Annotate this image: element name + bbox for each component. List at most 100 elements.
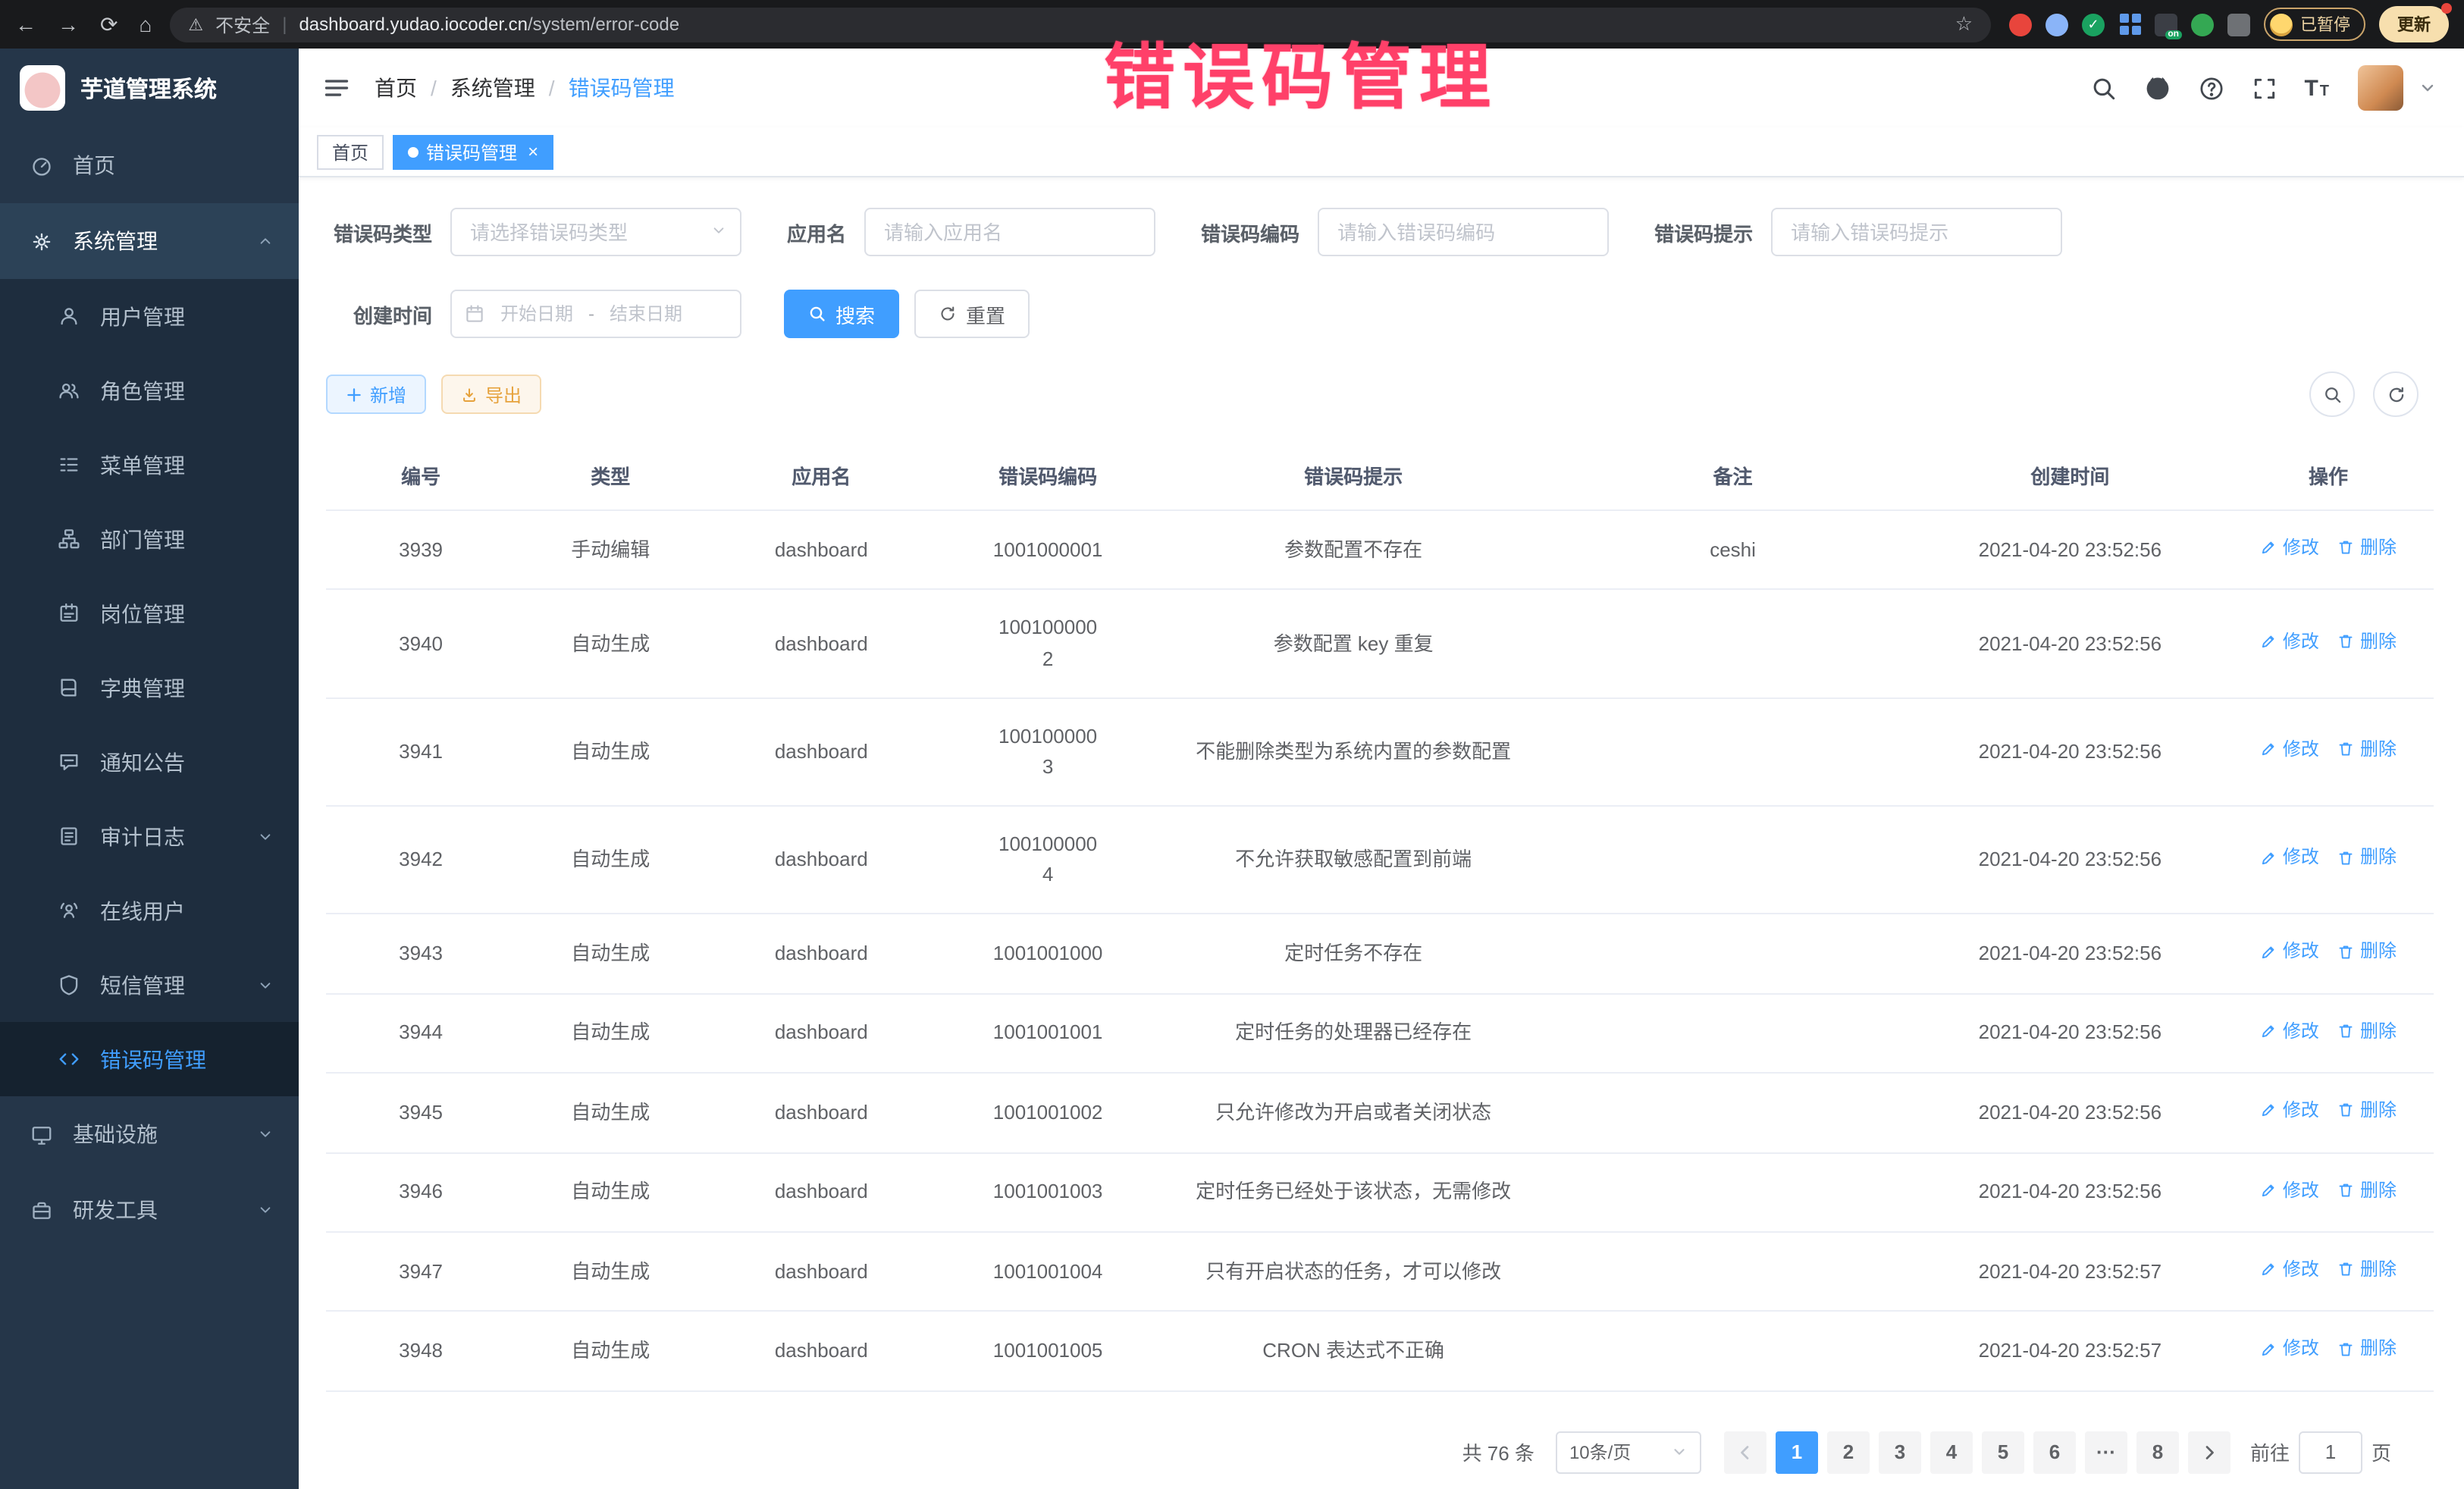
delete-link[interactable]: 删除 (2337, 534, 2397, 562)
next-page-button[interactable] (2188, 1431, 2230, 1474)
page-button-8[interactable]: 8 (2136, 1431, 2179, 1474)
sidebar-item-dept-mgmt[interactable]: 部门管理 (0, 502, 299, 576)
app-name-field[interactable] (864, 208, 1155, 256)
date-end-input[interactable] (600, 303, 691, 324)
delete-link[interactable]: 删除 (2337, 1176, 2397, 1204)
tag-close-icon[interactable]: × (528, 143, 538, 161)
browser-back-button[interactable]: ← (15, 14, 36, 35)
user-avatar[interactable] (2358, 65, 2403, 111)
sidebar-item-menu-mgmt[interactable]: 菜单管理 (0, 428, 299, 502)
toggle-search-button[interactable] (2309, 371, 2355, 417)
date-start-input[interactable] (491, 303, 582, 324)
bookmark-star-icon[interactable]: ☆ (1955, 12, 1973, 36)
font-size-icon[interactable]: TT (2304, 75, 2331, 101)
page-button-2[interactable]: 2 (1827, 1431, 1870, 1474)
goto-page-input[interactable] (2299, 1431, 2362, 1474)
hamburger-menu-icon[interactable] (323, 74, 350, 102)
sidebar-item-role-mgmt[interactable]: 角色管理 (0, 353, 299, 428)
id-cell: 3942 (326, 806, 516, 914)
edit-link[interactable]: 修改 (2260, 1176, 2319, 1204)
edit-link[interactable]: 修改 (2260, 938, 2319, 966)
navbar-actions: TT (2090, 65, 2437, 111)
delete-link[interactable]: 删除 (2337, 1096, 2397, 1124)
memo-cell (1548, 1073, 1917, 1152)
error-code-label: 错误码编码 (1201, 218, 1299, 246)
edit-link[interactable]: 修改 (2260, 844, 2319, 872)
edit-link[interactable]: 修改 (2260, 735, 2319, 763)
page-button-4[interactable]: 4 (1930, 1431, 1973, 1474)
delete-link[interactable]: 删除 (2337, 628, 2397, 656)
tag-0[interactable]: 首页 (317, 134, 384, 169)
refresh-table-button[interactable] (2373, 371, 2419, 417)
sidebar-item-dev-tools[interactable]: 研发工具 (0, 1172, 299, 1248)
sidebar-item-sms-mgmt[interactable]: 短信管理 (0, 948, 299, 1022)
browser-home-button[interactable]: ⌂ (139, 14, 152, 35)
paused-label: 已暂停 (2300, 12, 2350, 36)
sidebar-item-online-users[interactable]: 在线用户 (0, 873, 299, 948)
extension-icon-proxy-on[interactable]: on (2155, 13, 2177, 36)
delete-link[interactable]: 删除 (2337, 1255, 2397, 1284)
breadcrumb-item-1[interactable]: 系统管理 (450, 73, 535, 103)
sidebar-item-post-mgmt[interactable]: 岗位管理 (0, 576, 299, 650)
search-icon[interactable] (2090, 75, 2116, 101)
sidebar-item-dict-mgmt[interactable]: 字典管理 (0, 650, 299, 725)
page-button-5[interactable]: 5 (1982, 1431, 2024, 1474)
edit-link[interactable]: 修改 (2260, 1255, 2319, 1284)
search-button[interactable]: 搜索 (784, 290, 899, 338)
error-code-field[interactable] (1318, 208, 1609, 256)
app-cell: dashboard (705, 1152, 937, 1232)
edit-link[interactable]: 修改 (2260, 1017, 2319, 1045)
page-button-6[interactable]: 6 (2033, 1431, 2076, 1474)
browser-extensions: ✓ on 已暂停 更新 (2009, 6, 2449, 42)
edit-link[interactable]: 修改 (2260, 1335, 2319, 1363)
prev-page-button[interactable] (1724, 1431, 1766, 1474)
sidebar-item-infra[interactable]: 基础设施 (0, 1096, 299, 1172)
delete-link[interactable]: 删除 (2337, 1335, 2397, 1363)
sidebar-item-system[interactable]: 系统管理 (0, 203, 299, 279)
delete-link[interactable]: 删除 (2337, 938, 2397, 966)
sidebar-item-audit-log[interactable]: 审计日志 (0, 799, 299, 873)
page-size-select[interactable]: 10条/页 (1556, 1431, 1701, 1474)
sidebar-item-error-code-mgmt[interactable]: 错误码管理 (0, 1022, 299, 1096)
edit-link[interactable]: 修改 (2260, 534, 2319, 562)
delete-link[interactable]: 删除 (2337, 844, 2397, 872)
extension-icon-grid[interactable] (2118, 13, 2141, 36)
extension-icon-blue[interactable] (2045, 13, 2068, 36)
app-cell: dashboard (705, 1232, 937, 1312)
add-button[interactable]: 新增 (326, 375, 426, 414)
browser-forward-button[interactable]: → (58, 14, 79, 35)
delete-link[interactable]: 删除 (2337, 735, 2397, 763)
edit-link[interactable]: 修改 (2260, 1096, 2319, 1124)
shield-icon (58, 973, 83, 996)
edit-link[interactable]: 修改 (2260, 628, 2319, 656)
page-button-3[interactable]: 3 (1879, 1431, 1921, 1474)
breadcrumb-item-0[interactable]: 首页 (375, 73, 417, 103)
extension-icon-green[interactable] (2191, 13, 2214, 36)
browser-profile-paused-badge[interactable]: 已暂停 (2264, 8, 2365, 41)
export-button[interactable]: 导出 (441, 375, 541, 414)
pager-more-button[interactable]: ··· (2085, 1431, 2127, 1474)
browser-refresh-button[interactable]: ⟳ (100, 14, 118, 35)
address-bar[interactable]: ⚠ 不安全 | dashboard.yudao.iocoder.cn/syste… (170, 7, 1991, 42)
sidebar-item-user-mgmt[interactable]: 用户管理 (0, 279, 299, 353)
github-icon[interactable] (2143, 74, 2171, 102)
reset-button[interactable]: 重置 (914, 290, 1030, 338)
fullscreen-icon[interactable] (2251, 75, 2277, 101)
delete-link[interactable]: 删除 (2337, 1017, 2397, 1045)
app-logo[interactable]: 芋道管理系统 (0, 49, 299, 127)
browser-update-button[interactable]: 更新 (2379, 6, 2449, 42)
page-button-1[interactable]: 1 (1776, 1431, 1818, 1474)
create-time-range-picker[interactable]: - (450, 290, 741, 338)
extension-icon-green-check[interactable]: ✓ (2082, 13, 2105, 36)
error-code-type-field[interactable] (450, 208, 741, 256)
security-label: 不安全 (215, 11, 270, 37)
chevron-down-icon[interactable] (2419, 79, 2437, 97)
extensions-puzzle-icon[interactable] (2227, 13, 2250, 36)
help-icon[interactable] (2198, 75, 2224, 101)
extension-icon-red[interactable] (2009, 13, 2032, 36)
error-hint-field[interactable] (1771, 208, 2062, 256)
sidebar-item-notice[interactable]: 通知公告 (0, 725, 299, 799)
sidebar-item-home[interactable]: 首页 (0, 127, 299, 203)
table-row: 3948自动生成dashboard1001001005CRON 表达式不正确20… (326, 1312, 2434, 1391)
tag-1[interactable]: 错误码管理× (393, 134, 553, 169)
